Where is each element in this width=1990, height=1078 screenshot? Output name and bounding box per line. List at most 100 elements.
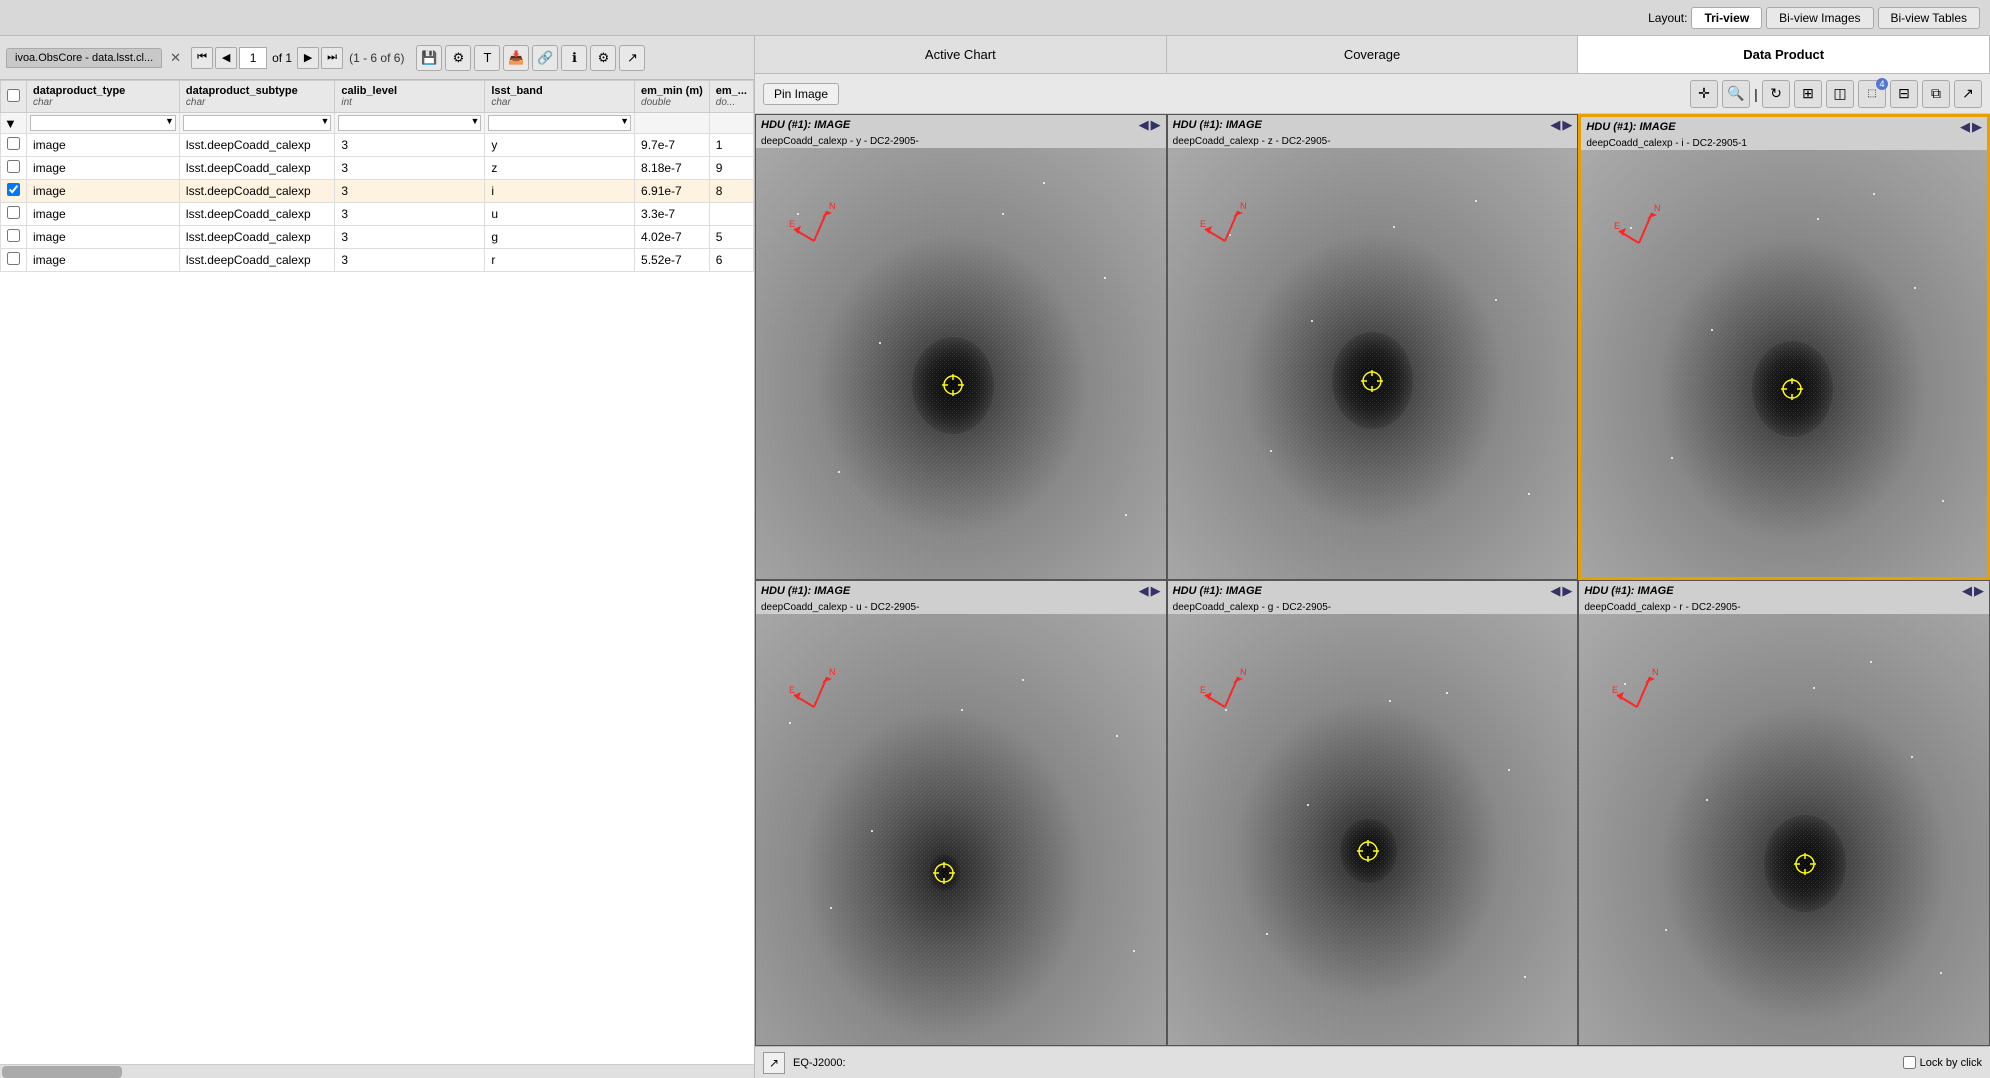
image-canvas-z[interactable]: N E: [1168, 148, 1578, 579]
data-table: dataproduct_type char dataproduct_subtyp…: [0, 80, 754, 272]
text-icon[interactable]: T: [474, 45, 500, 71]
table-row[interactable]: image lsst.deepCoadd_calexp 3 i 6.91e-7 …: [1, 180, 754, 203]
select-all-header[interactable]: [1, 81, 27, 113]
row-checkbox[interactable]: [7, 160, 20, 173]
layers-tool-icon[interactable]: ⊟: [1890, 80, 1918, 108]
filter-input-subtype[interactable]: [183, 115, 331, 131]
overlay-tool-icon[interactable]: ◫: [1826, 80, 1854, 108]
prev-image-btn-g[interactable]: ◀: [1550, 583, 1560, 599]
filter-cell-subtype[interactable]: ▼: [179, 113, 334, 134]
prev-image-btn-z[interactable]: ◀: [1550, 117, 1560, 133]
select-all-checkbox[interactable]: [7, 89, 20, 102]
copy-tool-icon[interactable]: ⧉: [1922, 80, 1950, 108]
prev-image-btn-r[interactable]: ◀: [1962, 583, 1972, 599]
image-cell-header-y: HDU (#1): IMAGE ◀ ▶: [756, 115, 1166, 135]
filter-icon[interactable]: ⚙: [445, 45, 471, 71]
filter-dropdown-subtype[interactable]: ▼: [320, 116, 329, 126]
row-checkbox[interactable]: [7, 229, 20, 242]
first-page-button[interactable]: ⏮: [191, 47, 213, 69]
next-image-btn-g[interactable]: ▶: [1562, 583, 1572, 599]
row-checkbox-cell[interactable]: [1, 157, 27, 180]
filter-cell-calib[interactable]: ▼: [335, 113, 485, 134]
last-page-button[interactable]: ⏭: [321, 47, 343, 69]
cell-calib-level: 3: [335, 180, 485, 203]
next-image-btn-u[interactable]: ▶: [1151, 583, 1161, 599]
row-checkbox[interactable]: [7, 137, 20, 150]
prev-image-btn-i[interactable]: ◀: [1960, 119, 1970, 135]
pin-image-button[interactable]: Pin Image: [763, 83, 839, 105]
row-checkbox-cell[interactable]: [1, 134, 27, 157]
row-checkbox-cell[interactable]: [1, 226, 27, 249]
image-canvas-r[interactable]: N E: [1579, 614, 1989, 1045]
image-cell-g[interactable]: HDU (#1): IMAGE ◀ ▶ deepCoadd_calexp - g…: [1167, 580, 1579, 1046]
nav-arrows-g: ◀ ▶: [1550, 583, 1572, 599]
filter-dropdown-calib[interactable]: ▼: [470, 116, 479, 126]
nav-arrows-y: ◀ ▶: [1139, 117, 1161, 133]
layout-tri-view-button[interactable]: Tri-view: [1691, 7, 1762, 29]
row-checkbox-cell[interactable]: [1, 203, 27, 226]
row-checkbox[interactable]: [7, 252, 20, 265]
download-icon[interactable]: 📥: [503, 45, 529, 71]
tab-coverage[interactable]: Coverage: [1167, 36, 1579, 73]
table-row[interactable]: image lsst.deepCoadd_calexp 3 u 3.3e-7: [1, 203, 754, 226]
image-cell-r[interactable]: HDU (#1): IMAGE ◀ ▶ deepCoadd_calexp - r…: [1578, 580, 1990, 1046]
table-row[interactable]: image lsst.deepCoadd_calexp 3 r 5.52e-7 …: [1, 249, 754, 272]
scrollbar-thumb[interactable]: [2, 1066, 122, 1078]
settings-icon[interactable]: ⚙: [590, 45, 616, 71]
next-page-button[interactable]: ▶: [297, 47, 319, 69]
image-canvas-i[interactable]: N E: [1581, 150, 1987, 577]
prev-page-button[interactable]: ◀: [215, 47, 237, 69]
prev-image-btn-u[interactable]: ◀: [1139, 583, 1149, 599]
layout-bi-images-button[interactable]: Bi-view Images: [1766, 7, 1873, 29]
lock-by-click-checkbox[interactable]: [1903, 1056, 1916, 1069]
image-cell-u[interactable]: HDU (#1): IMAGE ◀ ▶ deepCoadd_calexp - u…: [755, 580, 1167, 1046]
table-row[interactable]: image lsst.deepCoadd_calexp 3 g 4.02e-7 …: [1, 226, 754, 249]
image-cell-i[interactable]: HDU (#1): IMAGE ◀ ▶ deepCoadd_calexp - i…: [1578, 114, 1990, 580]
image-cell-y[interactable]: HDU (#1): IMAGE ◀ ▶ deepCoadd_calexp - y…: [755, 114, 1167, 580]
image-cell-subheader-y: deepCoadd_calexp - y - DC2-2905-: [756, 135, 1166, 148]
grid-tool-icon[interactable]: ⊞: [1794, 80, 1822, 108]
expand-tool-icon[interactable]: ↗: [1954, 80, 1982, 108]
filter-input-calib[interactable]: [338, 115, 481, 131]
save-icon[interactable]: 💾: [416, 45, 442, 71]
expand-icon[interactable]: ↗: [619, 45, 645, 71]
image-canvas-y[interactable]: N E: [756, 148, 1166, 579]
select-tool-icon[interactable]: ⬚4: [1858, 80, 1886, 108]
next-image-btn-y[interactable]: ▶: [1151, 117, 1161, 133]
status-expand-button[interactable]: ↗: [763, 1052, 785, 1074]
filter-input-type[interactable]: [30, 115, 176, 131]
table-row[interactable]: image lsst.deepCoadd_calexp 3 y 9.7e-7 1: [1, 134, 754, 157]
tab-data-product[interactable]: Data Product: [1578, 36, 1990, 73]
filter-icon-cell: ▼: [4, 116, 17, 131]
crosshair-tool-icon[interactable]: ✛: [1690, 80, 1718, 108]
close-tab-button[interactable]: ✕: [170, 50, 181, 66]
magnify-tool-icon[interactable]: 🔍: [1722, 80, 1750, 108]
image-canvas-u[interactable]: N E: [756, 614, 1166, 1045]
next-image-btn-i[interactable]: ▶: [1972, 119, 1982, 135]
table-tab-label[interactable]: ivoa.ObsCore - data.lsst.cl...: [6, 48, 162, 68]
next-image-btn-r[interactable]: ▶: [1974, 583, 1984, 599]
page-number-input[interactable]: [239, 47, 267, 69]
image-canvas-g[interactable]: N E: [1168, 614, 1578, 1045]
next-image-btn-z[interactable]: ▶: [1562, 117, 1572, 133]
link-icon[interactable]: 🔗: [532, 45, 558, 71]
filter-dropdown-band[interactable]: ▼: [620, 116, 629, 126]
image-cell-z[interactable]: HDU (#1): IMAGE ◀ ▶ deepCoadd_calexp - z…: [1167, 114, 1579, 580]
horizontal-scrollbar[interactable]: [0, 1064, 754, 1078]
table-row[interactable]: image lsst.deepCoadd_calexp 3 z 8.18e-7 …: [1, 157, 754, 180]
prev-image-btn-y[interactable]: ◀: [1139, 117, 1149, 133]
filter-cell-type[interactable]: ▼: [27, 113, 180, 134]
row-checkbox-cell[interactable]: [1, 180, 27, 203]
filter-input-band[interactable]: [488, 115, 631, 131]
filter-cell-band[interactable]: ▼: [485, 113, 635, 134]
row-checkbox-cell[interactable]: [1, 249, 27, 272]
cell-em-min: 8.18e-7: [635, 157, 710, 180]
filter-dropdown-type[interactable]: ▼: [165, 116, 174, 126]
tab-active-chart[interactable]: Active Chart: [755, 36, 1167, 73]
info-icon[interactable]: ℹ: [561, 45, 587, 71]
layout-label: Layout:: [1648, 11, 1687, 25]
row-checkbox[interactable]: [7, 206, 20, 219]
layout-bi-tables-button[interactable]: Bi-view Tables: [1878, 7, 1980, 29]
row-checkbox[interactable]: [7, 183, 20, 196]
rotate-tool-icon[interactable]: ↻: [1762, 80, 1790, 108]
